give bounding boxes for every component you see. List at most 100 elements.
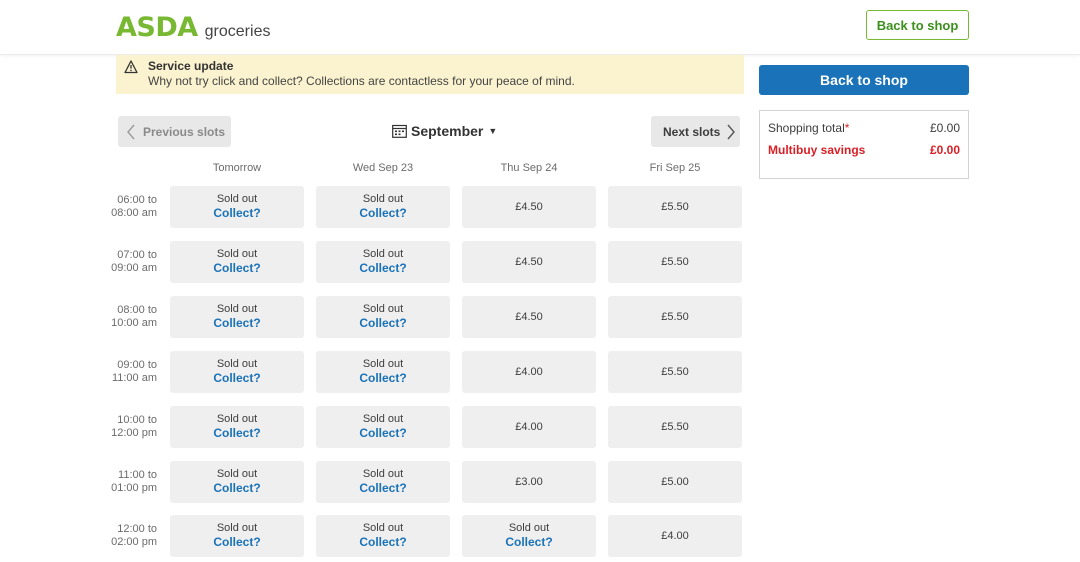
collect-link[interactable]: Collect? — [213, 316, 260, 331]
slot-price: £4.50 — [515, 256, 543, 268]
collect-link[interactable]: Collect? — [359, 426, 406, 441]
delivery-slot[interactable]: £5.50 — [608, 241, 742, 283]
time-range-start: 12:00 to — [117, 523, 157, 535]
sold-out-label: Sold out — [362, 303, 404, 315]
month-label: September — [411, 123, 484, 139]
time-range-label: 06:00 to 08:00 am — [100, 194, 157, 220]
alert-text: Service update Why not try click and col… — [148, 59, 575, 90]
collect-link[interactable]: Collect? — [359, 481, 406, 496]
sold-out-slot[interactable]: Sold out Collect? — [170, 461, 304, 503]
delivery-slot[interactable]: £4.00 — [462, 351, 596, 393]
delivery-slot[interactable]: £4.50 — [462, 241, 596, 283]
sold-out-label: Sold out — [216, 413, 258, 425]
day-header: Wed Sep 23 — [352, 162, 414, 174]
shopping-total-value: £0.00 — [929, 121, 960, 135]
slot-price: £3.00 — [515, 476, 543, 488]
delivery-slot[interactable]: £3.00 — [462, 461, 596, 503]
delivery-slot[interactable]: £4.00 — [462, 406, 596, 448]
slot-price: £4.50 — [515, 311, 543, 323]
sold-out-slot[interactable]: Sold out Collect? — [170, 515, 304, 557]
sold-out-slot[interactable]: Sold out Collect? — [170, 406, 304, 448]
day-header: Fri Sep 25 — [649, 162, 701, 174]
time-range-start: 07:00 to — [117, 249, 157, 261]
next-slots-button[interactable]: Next slots — [651, 116, 740, 147]
shopping-total-row: Shopping total* £0.00 — [768, 121, 960, 136]
sold-out-label: Sold out — [508, 522, 550, 534]
sold-out-label: Sold out — [216, 248, 258, 260]
time-range-label: 11:00 to 01:00 pm — [100, 469, 157, 495]
time-range-label: 09:00 to 11:00 am — [100, 359, 157, 385]
time-range-end: 02:00 pm — [111, 536, 157, 548]
delivery-slot[interactable]: £4.00 — [608, 515, 742, 557]
sold-out-label: Sold out — [216, 358, 258, 370]
sold-out-slot[interactable]: Sold out Collect? — [316, 461, 450, 503]
sold-out-slot[interactable]: Sold out Collect? — [316, 296, 450, 338]
delivery-slot[interactable]: £5.50 — [608, 351, 742, 393]
sold-out-slot[interactable]: Sold out Collect? — [316, 406, 450, 448]
shopping-total-label: Shopping total* — [768, 121, 850, 135]
collect-link[interactable]: Collect? — [359, 535, 406, 550]
sold-out-slot[interactable]: Sold out Collect? — [170, 296, 304, 338]
logo-wordmark: ASDA — [116, 12, 198, 43]
collect-link[interactable]: Collect? — [213, 426, 260, 441]
time-range-end: 09:00 am — [111, 262, 157, 274]
slot-price: £5.50 — [661, 421, 689, 433]
time-range-label: 08:00 to 10:00 am — [100, 304, 157, 330]
collect-link[interactable]: Collect? — [505, 535, 552, 550]
collect-link[interactable]: Collect? — [359, 206, 406, 221]
collect-link[interactable]: Collect? — [213, 535, 260, 550]
previous-slots-button[interactable]: Previous slots — [118, 116, 231, 147]
slot-price: £4.50 — [515, 201, 543, 213]
delivery-slot[interactable]: £5.50 — [608, 406, 742, 448]
collect-link[interactable]: Collect? — [213, 206, 260, 221]
time-range-label: 10:00 to 12:00 pm — [100, 414, 157, 440]
time-range-start: 08:00 to — [117, 304, 157, 316]
sold-out-slot[interactable]: Sold out Collect? — [462, 515, 596, 557]
time-range-start: 06:00 to — [117, 194, 157, 206]
sidebar-back-to-shop-button[interactable]: Back to shop — [759, 65, 969, 95]
collect-link[interactable]: Collect? — [359, 316, 406, 331]
sold-out-label: Sold out — [362, 248, 404, 260]
sold-out-slot[interactable]: Sold out Collect? — [170, 241, 304, 283]
alert-title: Service update — [148, 59, 234, 73]
previous-slots-label: Previous slots — [143, 124, 226, 139]
calendar-icon — [392, 124, 407, 138]
time-range-label: 07:00 to 09:00 am — [100, 249, 157, 275]
slot-price: £4.00 — [515, 421, 543, 433]
sold-out-label: Sold out — [216, 193, 258, 205]
sold-out-label: Sold out — [216, 303, 258, 315]
collect-link[interactable]: Collect? — [213, 261, 260, 276]
multibuy-savings-value: £0.00 — [929, 143, 960, 157]
time-range-start: 11:00 to — [118, 469, 157, 481]
caret-down-icon: ▼ — [488, 126, 498, 136]
time-range-end: 10:00 am — [111, 317, 157, 329]
delivery-slot[interactable]: £5.50 — [608, 296, 742, 338]
sold-out-slot[interactable]: Sold out Collect? — [170, 351, 304, 393]
collect-link[interactable]: Collect? — [213, 481, 260, 496]
sold-out-slot[interactable]: Sold out Collect? — [170, 186, 304, 228]
month-selector[interactable]: September ▼ — [392, 122, 497, 140]
sold-out-label: Sold out — [362, 468, 404, 480]
collect-link[interactable]: Collect? — [359, 371, 406, 386]
warning-icon — [124, 60, 138, 74]
delivery-slot[interactable]: £4.50 — [462, 186, 596, 228]
day-header: Thu Sep 24 — [500, 162, 558, 174]
delivery-slot[interactable]: £5.50 — [608, 186, 742, 228]
sold-out-slot[interactable]: Sold out Collect? — [316, 515, 450, 557]
sold-out-slot[interactable]: Sold out Collect? — [316, 351, 450, 393]
multibuy-savings-row: Multibuy savings £0.00 — [768, 143, 960, 158]
time-range-end: 12:00 pm — [111, 427, 157, 439]
asda-logo[interactable]: ASDA groceries — [116, 10, 270, 42]
sold-out-slot[interactable]: Sold out Collect? — [316, 241, 450, 283]
slot-price: £5.50 — [661, 311, 689, 323]
collect-link[interactable]: Collect? — [213, 371, 260, 386]
sold-out-label: Sold out — [362, 522, 404, 534]
collect-link[interactable]: Collect? — [359, 261, 406, 276]
logo-subtitle: groceries — [204, 23, 271, 40]
required-asterisk: * — [844, 121, 850, 135]
slot-price: £5.00 — [661, 476, 689, 488]
sold-out-slot[interactable]: Sold out Collect? — [316, 186, 450, 228]
header-back-to-shop-button[interactable]: Back to shop — [866, 10, 969, 40]
delivery-slot[interactable]: £4.50 — [462, 296, 596, 338]
delivery-slot[interactable]: £5.00 — [608, 461, 742, 503]
